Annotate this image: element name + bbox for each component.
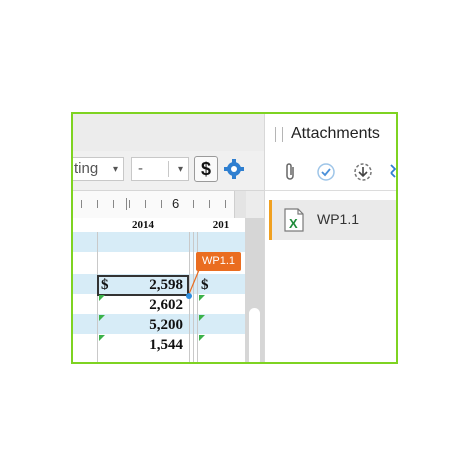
number-format-select[interactable]: ting ▾ [73, 157, 124, 181]
ruler-tick [126, 198, 127, 210]
ruler-tick [209, 200, 210, 208]
grid-line [193, 232, 194, 362]
decimal-select-value: - [138, 160, 143, 177]
download-icon[interactable] [353, 162, 373, 182]
attachment-item[interactable]: X WP1.1 [269, 200, 396, 240]
currency-symbol: $ [101, 277, 109, 293]
attachments-toolbar [265, 152, 396, 191]
excel-file-icon: X [283, 208, 305, 237]
table-row[interactable] [73, 232, 245, 252]
paperclip-icon[interactable] [281, 162, 301, 182]
scrollbar-thumb[interactable] [249, 308, 260, 362]
attachment-label: WP1.1 [317, 211, 360, 227]
cell-value[interactable]: 1,544 [133, 337, 183, 354]
grid-line [97, 232, 98, 362]
attachments-header: Attachments [265, 114, 396, 153]
signoff-check-icon[interactable] [316, 162, 336, 182]
ruler-tick [225, 200, 226, 208]
workpaper-reference-tag[interactable]: WP1.1 [196, 252, 241, 271]
svg-text:X: X [289, 216, 298, 231]
app-window: ting ▾ - ▾ $ 6 2014 201 $ 2,598 $ 2,602 … [71, 112, 398, 364]
ruler-tick [81, 200, 82, 208]
format-toolbar: ting ▾ - ▾ $ [73, 151, 264, 191]
column-header: 2014 [132, 219, 154, 231]
flag-marker [99, 295, 105, 301]
ruler-tick [113, 200, 114, 208]
ruler-end [234, 191, 246, 218]
gear-icon[interactable] [223, 158, 245, 180]
cell-value[interactable]: 2,598 [133, 277, 183, 294]
ruler-tick [129, 200, 130, 208]
flag-marker [99, 335, 105, 341]
number-format-value: ting [74, 160, 99, 177]
more-icon[interactable] [389, 162, 396, 182]
cell-value[interactable]: 5,200 [133, 317, 183, 334]
workpaper-header [73, 114, 264, 151]
select-divider [168, 161, 169, 177]
attachments-panel: Attachments X WP1.1 [264, 114, 396, 362]
drag-handle-icon[interactable] [275, 127, 283, 142]
ruler-marker: 6 [172, 196, 180, 211]
workpaper-pane: ting ▾ - ▾ $ 6 2014 201 $ 2,598 $ 2,602 … [73, 114, 264, 362]
chevron-down-icon: ▾ [112, 164, 118, 175]
chevron-down-icon: ▾ [177, 164, 183, 175]
ruler-tick [161, 200, 162, 208]
column-header: 201 [212, 219, 230, 231]
column-ruler: 6 [73, 191, 246, 219]
panel-title: Attachments [291, 125, 380, 142]
cell-value[interactable]: 2,602 [133, 297, 183, 314]
flag-marker [99, 315, 105, 321]
decimal-select[interactable]: - ▾ [131, 157, 189, 181]
ruler-tick [193, 200, 194, 208]
vertical-scrollbar[interactable] [245, 218, 264, 362]
currency-format-button[interactable]: $ [194, 156, 218, 182]
ruler-tick [97, 200, 98, 208]
ruler-tick [145, 200, 146, 208]
flag-marker [199, 335, 205, 341]
flag-marker [199, 315, 205, 321]
fill-handle[interactable] [186, 293, 192, 299]
